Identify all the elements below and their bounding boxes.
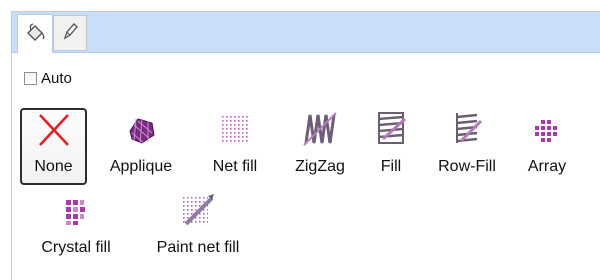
auto-label: Auto <box>41 70 72 87</box>
auto-checkbox-row[interactable]: Auto <box>24 70 72 87</box>
tab-strip <box>12 12 600 53</box>
option-net-fill-label: Net fill <box>212 158 258 175</box>
option-zigzag[interactable]: ZigZag <box>282 108 358 185</box>
net-fill-icon <box>217 111 253 152</box>
tab-fill[interactable] <box>17 14 53 53</box>
stitch-type-panel: Auto None Applique Net fill ZigZag Fill … <box>11 11 600 280</box>
option-array[interactable]: Array <box>517 108 577 185</box>
option-paint-net-fill[interactable]: Paint net fill <box>138 189 258 266</box>
zigzag-icon <box>300 109 340 152</box>
option-none[interactable]: None <box>20 108 87 185</box>
tab-pen[interactable] <box>53 15 87 51</box>
option-array-label: Array <box>527 158 567 175</box>
crystal-fill-icon <box>61 196 91 233</box>
option-fill-label: Fill <box>380 158 402 175</box>
option-row-fill-label: Row-Fill <box>438 158 496 175</box>
auto-checkbox[interactable] <box>24 72 37 85</box>
option-fill[interactable]: Fill <box>366 108 416 185</box>
option-paint-net-fill-label: Paint net fill <box>156 239 240 256</box>
option-row-fill[interactable]: Row-Fill <box>426 108 508 185</box>
option-applique-label: Applique <box>109 158 173 175</box>
option-applique[interactable]: Applique <box>91 108 191 185</box>
option-crystal-fill-label: Crystal fill <box>41 239 111 256</box>
applique-icon <box>124 113 158 152</box>
option-crystal-fill[interactable]: Crystal fill <box>26 189 126 266</box>
fill-icon <box>373 109 409 152</box>
row-fill-icon <box>449 109 485 152</box>
option-net-fill[interactable]: Net fill <box>197 108 273 185</box>
pen-icon <box>60 21 80 46</box>
array-icon <box>532 117 562 152</box>
paint-net-fill-icon <box>178 192 218 233</box>
option-none-label: None <box>34 158 73 175</box>
red-x-icon <box>34 111 74 154</box>
option-zigzag-label: ZigZag <box>295 158 345 175</box>
paint-bucket-icon <box>24 21 46 48</box>
